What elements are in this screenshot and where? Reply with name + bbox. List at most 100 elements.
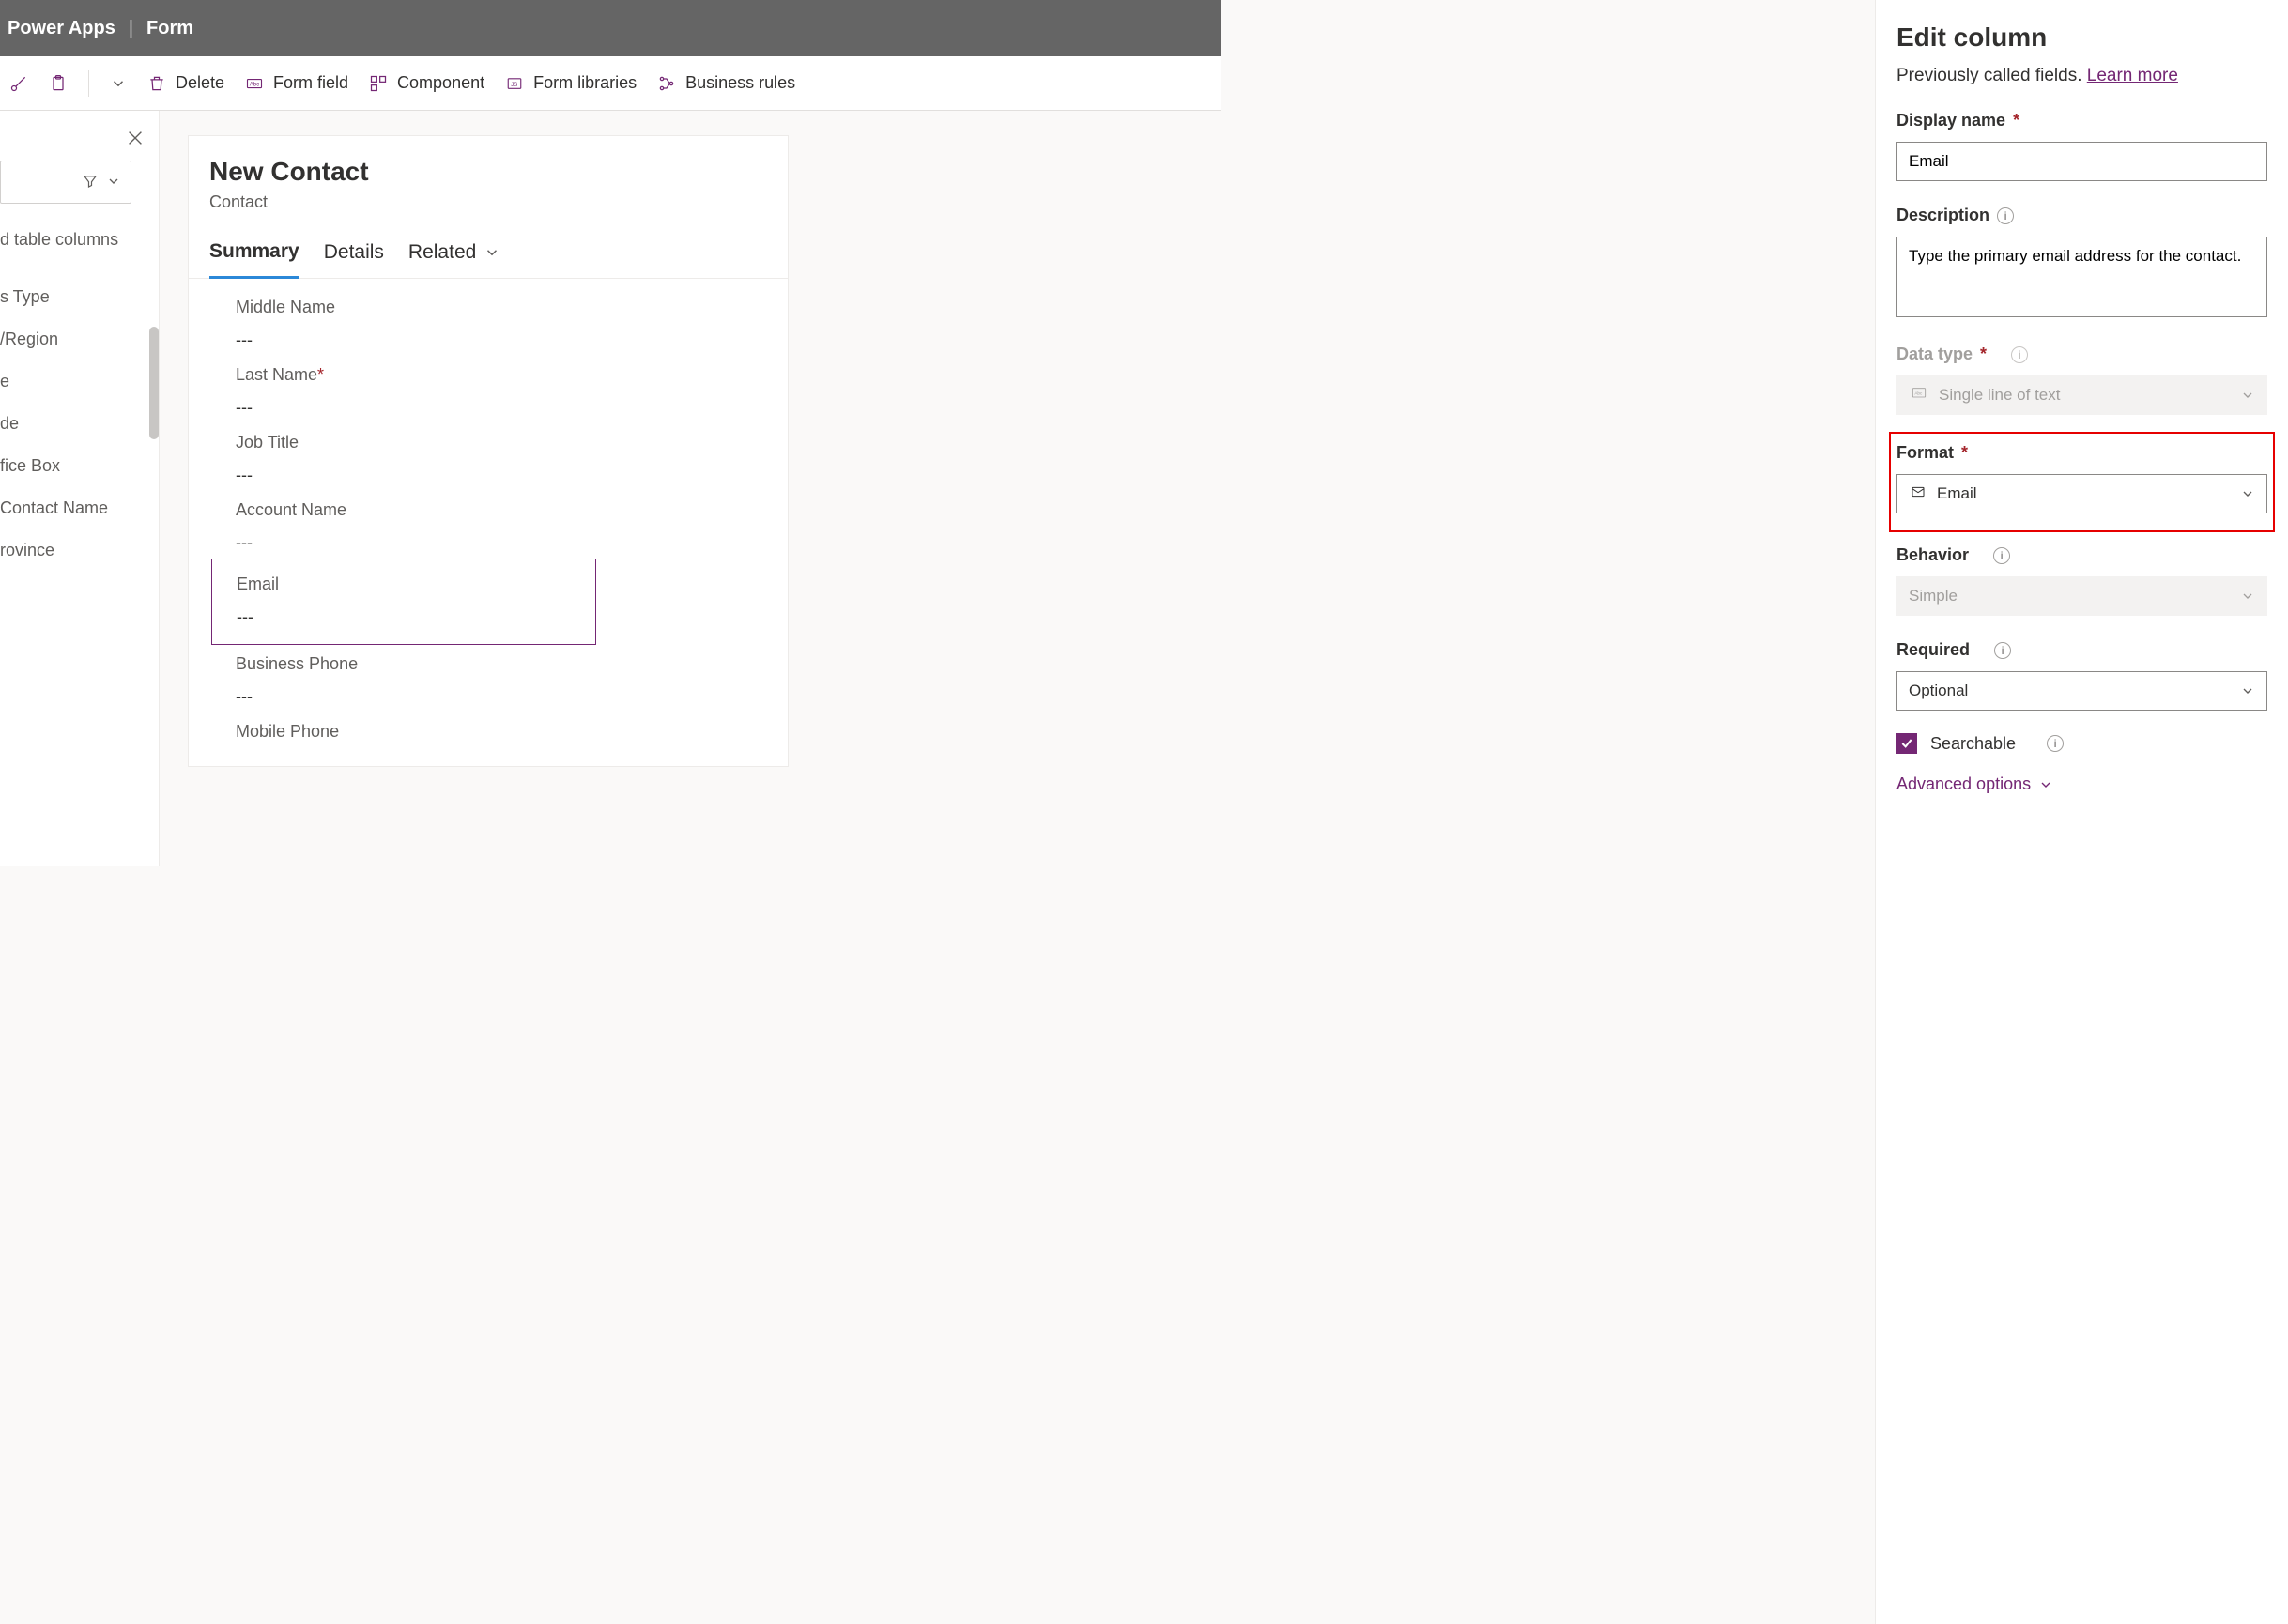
chevron-down-icon bbox=[2038, 777, 2053, 792]
format-value: Email bbox=[1937, 484, 1977, 503]
rules-icon bbox=[657, 74, 676, 93]
data-type-value: Single line of text bbox=[1939, 386, 2060, 405]
component-icon bbox=[369, 74, 388, 93]
column-item[interactable]: de bbox=[0, 403, 159, 445]
display-name-input[interactable] bbox=[1896, 142, 2267, 181]
tabs: Summary Details Related bbox=[189, 212, 788, 279]
chevron-down-icon bbox=[2240, 486, 2255, 501]
header-divider: | bbox=[129, 18, 133, 39]
delete-button[interactable]: Delete bbox=[147, 73, 224, 93]
edit-column-panel: Edit column Previously called fields. Le… bbox=[1875, 0, 2288, 1624]
field-label: Account Name bbox=[236, 500, 788, 520]
app-header: Power Apps | Form bbox=[0, 0, 1221, 56]
field-mobile-phone[interactable]: Mobile Phone bbox=[236, 712, 788, 747]
learn-more-link[interactable]: Learn more bbox=[2087, 66, 2178, 85]
data-type-label: Data type bbox=[1896, 345, 1973, 364]
form-subtitle: Contact bbox=[189, 187, 788, 212]
format-label: Format bbox=[1896, 443, 1954, 463]
field-value: --- bbox=[236, 317, 788, 350]
columns-panel: d table columns s Type /Region e de fice… bbox=[0, 111, 160, 866]
field-email[interactable]: Email --- bbox=[211, 559, 596, 645]
field-value: --- bbox=[236, 674, 788, 707]
field-job-title[interactable]: Job Title --- bbox=[236, 423, 788, 491]
field-label: Middle Name bbox=[236, 298, 788, 317]
behavior-value: Simple bbox=[1909, 587, 1958, 605]
searchable-label: Searchable bbox=[1930, 734, 2016, 754]
format-select[interactable]: Email bbox=[1896, 474, 2267, 513]
behavior-field: Behavior i Simple bbox=[1896, 545, 2267, 616]
field-value: --- bbox=[236, 385, 788, 418]
field-label: Last Name* bbox=[236, 365, 788, 385]
column-item[interactable]: Contact Name bbox=[0, 487, 159, 529]
svg-text:JS: JS bbox=[511, 83, 517, 88]
panel-subtitle: Previously called fields. Learn more bbox=[1896, 66, 2267, 86]
field-last-name[interactable]: Last Name* --- bbox=[236, 356, 788, 423]
toolbar-chevron[interactable] bbox=[110, 75, 127, 92]
data-type-field: Data type * i Abc Single line of text bbox=[1896, 345, 2267, 415]
info-icon[interactable]: i bbox=[2047, 735, 2064, 752]
mail-icon bbox=[1909, 484, 1927, 504]
searchable-row[interactable]: Searchable i bbox=[1896, 733, 2267, 754]
svg-text:Abc: Abc bbox=[1914, 391, 1923, 395]
field-label: Mobile Phone bbox=[236, 722, 788, 742]
field-label: Email bbox=[237, 575, 595, 594]
cut-button[interactable] bbox=[9, 74, 28, 93]
component-button[interactable]: Component bbox=[369, 73, 484, 93]
format-highlight: Format * Email bbox=[1889, 432, 2275, 532]
info-icon[interactable]: i bbox=[1994, 642, 2011, 659]
advanced-options-toggle[interactable]: Advanced options bbox=[1896, 774, 2053, 794]
field-label: Business Phone bbox=[236, 654, 788, 674]
form-canvas: New Contact Contact Summary Details Rela… bbox=[160, 111, 1221, 866]
business-rules-button[interactable]: Business rules bbox=[657, 73, 795, 93]
app-name: Power Apps bbox=[8, 18, 115, 39]
toolbar: Delete Abc Form field Component JS Form … bbox=[0, 56, 1221, 111]
filter-input[interactable] bbox=[0, 161, 131, 204]
form-libraries-button[interactable]: JS Form libraries bbox=[505, 73, 637, 93]
tab-related[interactable]: Related bbox=[408, 240, 500, 278]
column-item[interactable]: e bbox=[0, 360, 159, 403]
toolbar-separator bbox=[88, 70, 89, 97]
abc-icon: Abc bbox=[1909, 386, 1929, 406]
paste-button[interactable] bbox=[49, 74, 68, 93]
field-middle-name[interactable]: Middle Name --- bbox=[236, 288, 788, 356]
svg-text:Abc: Abc bbox=[250, 82, 259, 87]
description-input[interactable]: Type the primary email address for the c… bbox=[1896, 237, 2267, 317]
info-icon[interactable]: i bbox=[1993, 547, 2010, 564]
info-icon[interactable]: i bbox=[2011, 346, 2028, 363]
trash-icon bbox=[147, 74, 166, 93]
form-field-label: Form field bbox=[273, 73, 348, 93]
tab-details[interactable]: Details bbox=[324, 240, 384, 278]
chevron-down-icon bbox=[2240, 388, 2255, 403]
chevron-down-icon bbox=[106, 174, 121, 192]
paste-icon bbox=[49, 74, 68, 93]
column-item[interactable]: rovince bbox=[0, 529, 159, 572]
column-item[interactable]: /Region bbox=[0, 318, 159, 360]
required-select[interactable]: Optional bbox=[1896, 671, 2267, 711]
column-item[interactable]: s Type bbox=[0, 276, 159, 318]
checkbox-checked[interactable] bbox=[1896, 733, 1917, 754]
description-label: Description bbox=[1896, 206, 1989, 225]
component-label: Component bbox=[397, 73, 484, 93]
format-field: Format * Email bbox=[1896, 443, 2267, 513]
form-field-button[interactable]: Abc Form field bbox=[245, 73, 348, 93]
delete-label: Delete bbox=[176, 73, 224, 93]
form-title: New Contact bbox=[189, 157, 788, 187]
column-item[interactable]: fice Box bbox=[0, 445, 159, 487]
form-card: New Contact Contact Summary Details Rela… bbox=[188, 135, 789, 767]
columns-section-label: d table columns bbox=[0, 204, 159, 259]
data-type-select: Abc Single line of text bbox=[1896, 375, 2267, 415]
behavior-select: Simple bbox=[1896, 576, 2267, 616]
display-name-label: Display name bbox=[1896, 111, 2005, 130]
close-panel-button[interactable] bbox=[125, 128, 146, 151]
scrollbar-thumb[interactable] bbox=[149, 327, 159, 439]
description-field: Description i Type the primary email add… bbox=[1896, 206, 2267, 320]
tab-summary[interactable]: Summary bbox=[209, 240, 299, 279]
panel-title: Edit column bbox=[1896, 23, 2267, 53]
behavior-label: Behavior bbox=[1896, 545, 1969, 565]
info-icon[interactable]: i bbox=[1997, 207, 2014, 224]
field-label: Job Title bbox=[236, 433, 788, 452]
page-name: Form bbox=[146, 18, 193, 39]
field-account-name[interactable]: Account Name --- bbox=[236, 491, 788, 559]
field-business-phone[interactable]: Business Phone --- bbox=[236, 645, 788, 712]
field-value: --- bbox=[236, 520, 788, 553]
